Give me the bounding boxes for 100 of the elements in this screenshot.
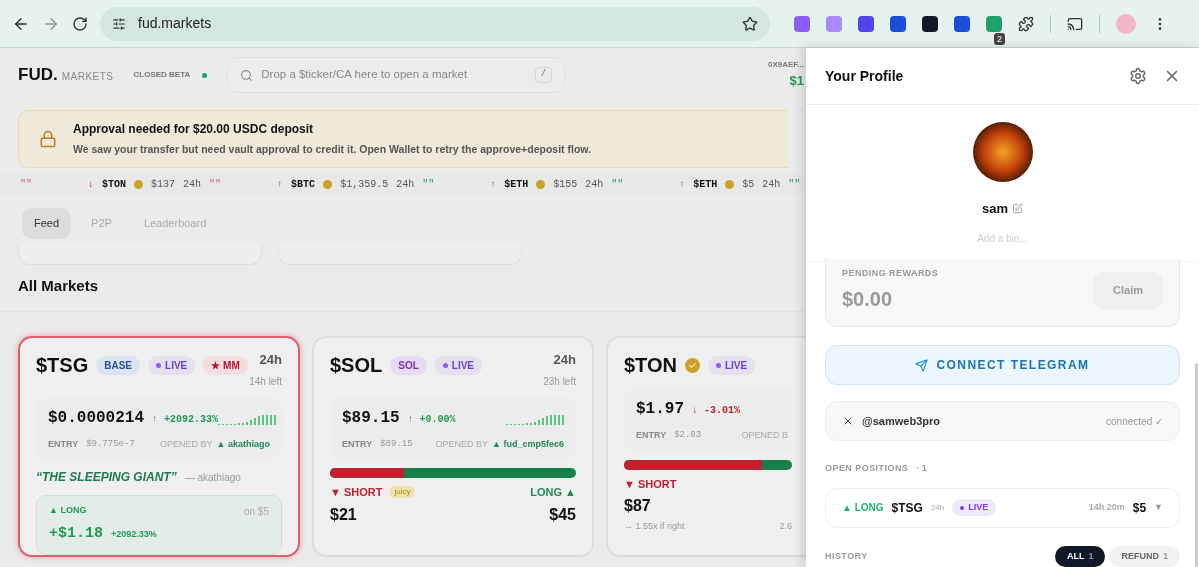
entry-value: $2.03 (674, 429, 702, 442)
price-change: ↑ +2092.33% (152, 412, 219, 427)
positions-count: · 1 (916, 462, 927, 475)
shortcut-key: / (534, 67, 553, 83)
market-symbol: $SOL (330, 353, 383, 378)
market-card[interactable]: $TSG BASE LIVE ★ MM 24h 14h left $0.0000214 ↑ +2092.33% ENTRY $9.775e-7 OPENED BY ▲ akathiago “THE SLEEPING GIANT” — akathiago ▲ LONG on $5 +$1.18 +2092.33% (18, 336, 300, 557)
quote-author: — akathiago (184, 471, 241, 485)
ticker-symbol[interactable]: $BTC (291, 176, 316, 192)
coin-icon (323, 179, 333, 189)
market-symbol: $TSG (36, 353, 89, 378)
position-stake: $5 (1132, 499, 1147, 517)
live-badge: LIVE (708, 355, 756, 375)
logo[interactable]: FUD. (18, 62, 58, 88)
ticker-note: "" (422, 177, 435, 192)
chain-badge: BASE (96, 355, 141, 375)
coin-icon (134, 179, 144, 189)
url-text: fud.markets (138, 14, 213, 33)
wallet-balance: $1 (789, 72, 804, 91)
ticker-price: $155 (553, 177, 578, 192)
scrollbar-thumb[interactable] (1195, 363, 1198, 567)
connection-status: connected ✓ (1106, 414, 1163, 429)
live-badge: LIVE (434, 355, 483, 375)
long-label: ▲ LONG (49, 504, 87, 517)
pnl-value: +$1.18 (49, 524, 103, 544)
live-badge: LIVE (148, 355, 196, 375)
opened-by-label: OPENED BY (435, 437, 489, 451)
position-time: 14h 20m (1088, 500, 1125, 514)
x-logo-icon (842, 415, 854, 427)
short-label: ▼ SHORT (330, 485, 383, 500)
ticker-period: 24h (762, 177, 781, 192)
short-amount: $87 (624, 496, 651, 516)
feed-tab[interactable]: Feed (22, 208, 72, 239)
ticker-symbol[interactable]: $ETH (504, 176, 529, 192)
pnl-percent: +2092.33% (111, 528, 157, 541)
ticker-price: $5 (742, 177, 755, 192)
search-placeholder: Drop a $ticker/CA here to open a market (261, 67, 469, 83)
period-label: 24h (553, 351, 576, 369)
position-period: 24h (930, 501, 945, 514)
trend-arrow: ↓ (88, 177, 95, 192)
live-badge: LIVE (952, 498, 997, 517)
ticker-period: 24h (183, 177, 202, 192)
long-label: LONG ▲ (530, 485, 576, 500)
section-label: HISTORY (825, 549, 868, 563)
price-change: ↑ +0.00% (407, 412, 456, 427)
coin-icon (725, 179, 735, 189)
juicy-tag: juicy (390, 486, 415, 499)
ticker-note: "" (20, 177, 32, 192)
market-quote: “THE SLEEPING GIANT” (36, 469, 177, 486)
ticker-note: "" (611, 177, 624, 192)
price-value: $89.15 (342, 407, 400, 429)
search-icon (240, 68, 254, 82)
position-symbol: $TSG (891, 499, 923, 517)
entry-label: ENTRY (342, 437, 373, 451)
ticker-price: $137 (151, 177, 176, 192)
telegram-icon (915, 358, 929, 372)
cast-icon[interactable] (1067, 15, 1083, 32)
ticker-period: 24h (585, 177, 604, 192)
price-value: $1.97 (636, 399, 684, 420)
lock-icon (39, 130, 57, 148)
filter-chip[interactable]: ALL 1 (1054, 545, 1106, 567)
opened-by-label: OPENED B (741, 429, 788, 442)
banner-text: We saw your transfer but need vault approval to credit it. Open Wallet to retry the approve+deposit flow. (73, 142, 591, 158)
ticker-symbol[interactable]: $TON (102, 176, 127, 192)
long-amount: $45 (549, 504, 576, 525)
search-field[interactable]: Drop a $ticker/CA here to open a market / (227, 57, 566, 93)
filter-chip[interactable]: REFUND 1 (1109, 545, 1180, 567)
short-amount: $21 (330, 504, 357, 525)
x-handle: @samweb3pro (862, 413, 940, 429)
position-row[interactable]: ▲ LONG $TSG 24h LIVE 14h 20m $5 ▼ (825, 487, 1180, 528)
beta-label: CLOSED BETA (133, 69, 191, 81)
ticker-symbol[interactable]: $ETH (693, 176, 718, 192)
trend-arrow: ↑ (277, 177, 284, 192)
address-bar[interactable]: fud.markets (100, 6, 770, 41)
market-card[interactable]: $TON LIVE $1.97 ↓ -3.01% ENTRY $2.03 OPENED B ▼ SHORT $87 → 1.55x if right 2.6 (606, 336, 806, 557)
connect-telegram-button[interactable]: CONNECT TELEGRAM (825, 345, 1180, 385)
period-label: 24h (259, 351, 282, 369)
ticker-note: "" (209, 177, 222, 192)
section-label: OPEN POSITIONS (825, 462, 909, 475)
opener-link[interactable]: ▲ fud_cmp5fec6 (492, 437, 564, 451)
section-heading: All Markets (17, 275, 100, 296)
entry-label: ENTRY (48, 437, 79, 451)
price-change: ↓ -3.01% (692, 404, 741, 418)
bookmark-star-icon[interactable] (742, 15, 758, 32)
site-info-icon[interactable] (112, 16, 126, 31)
wallet-address[interactable]: 0X9AEF... (768, 59, 804, 72)
extension-icon[interactable] (922, 15, 938, 32)
settings-icon[interactable] (1129, 67, 1147, 85)
trend-arrow: ↑ (679, 177, 686, 192)
opener-link[interactable]: ▲ akathiago (216, 437, 270, 451)
extensions-icon[interactable] (1018, 15, 1034, 32)
stake-label: on $5 (243, 505, 269, 519)
chain-badge: SOL (390, 355, 427, 375)
coin-icon (536, 179, 546, 189)
rewards-label: PENDING REWARDS (842, 266, 939, 280)
payout-note: → 1.55x if right (624, 520, 685, 533)
market-card[interactable]: $SOL SOL LIVE 24h 23h left $89.15 ↑ +0.00% ENTRY $89.15 OPENED BY ▲ fud_cmp5fec6 ▼ SHORT juicy LONG ▲ $21 $45 (312, 336, 594, 557)
time-left: 23h left (543, 374, 576, 389)
reload-icon[interactable] (72, 15, 88, 32)
entry-label: ENTRY (636, 429, 667, 442)
logo-suffix: MARKETS (61, 70, 114, 85)
